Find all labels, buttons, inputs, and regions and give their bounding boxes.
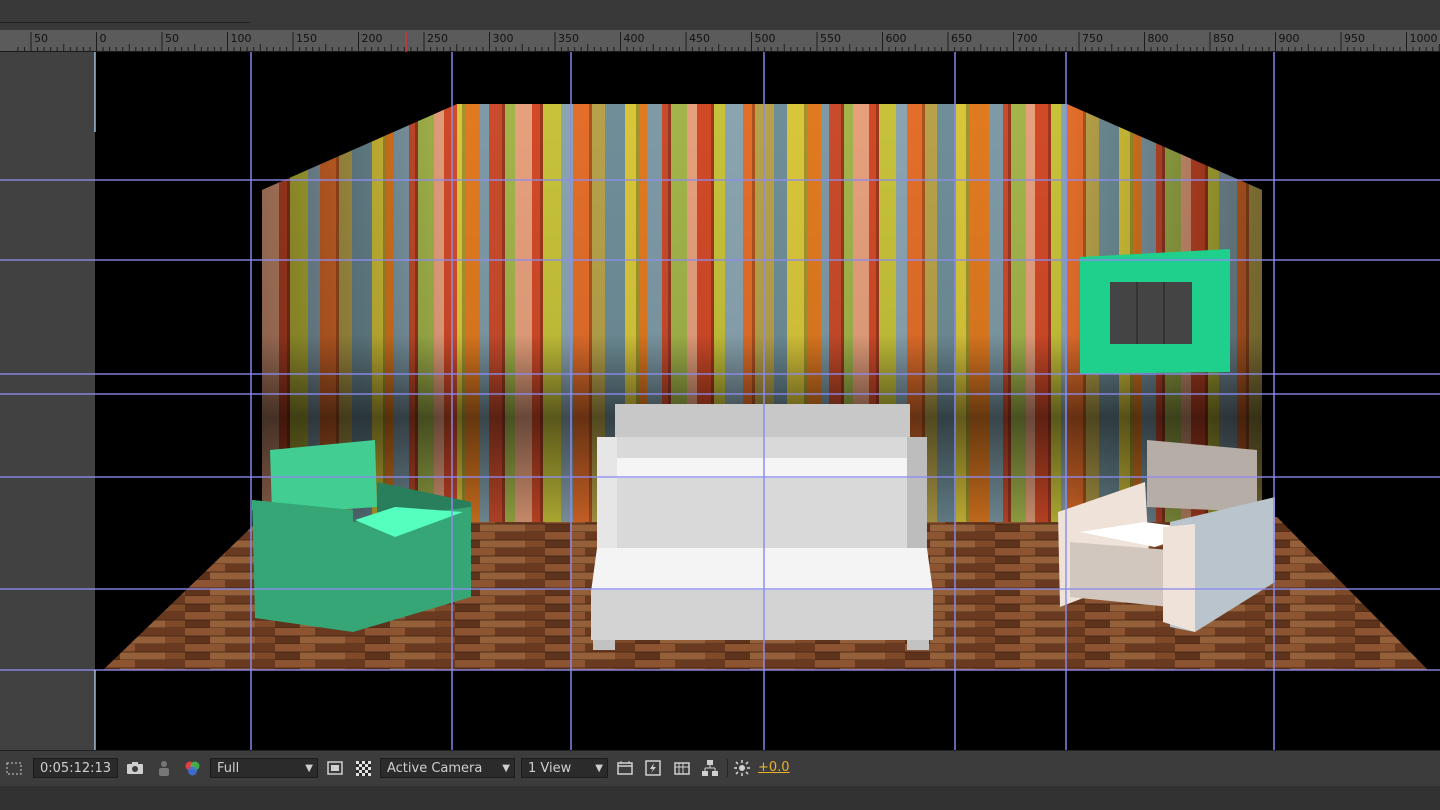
ruler-tick-label: 950 [1344, 32, 1365, 45]
ruler-tick-label: 250 [427, 32, 448, 45]
transparency-grid-icon[interactable] [353, 758, 373, 778]
ruler-tick-label: 600 [886, 32, 907, 45]
exposure-text: +0.0 [758, 760, 790, 775]
ruler-tick-label: 500 [755, 32, 776, 45]
3d-scene [103, 104, 1428, 670]
ruler-tick-label: 800 [1148, 32, 1169, 45]
ruler-tick-label: 200 [362, 32, 383, 45]
ruler-tick-label: 700 [1017, 32, 1038, 45]
camera-dropdown[interactable]: Active Camera ▼ [380, 758, 515, 778]
ruler-tick-label: 650 [951, 32, 972, 45]
view-options-icon[interactable] [615, 758, 635, 778]
bottom-panel [0, 786, 1440, 810]
sofa [591, 404, 933, 650]
show-snapshot-person-icon[interactable] [154, 758, 174, 778]
pasteboard [0, 52, 95, 750]
wall-picture-frame [1080, 249, 1230, 374]
ruler-tick-label: 900 [1279, 32, 1300, 45]
timecode-display[interactable]: 0:05:12:13 [33, 758, 118, 778]
horizontal-ruler[interactable]: 50 0 50 100 150 200 250 300 350 400 450 500 550 600 65… [0, 30, 1440, 52]
ruler-tick-label: 400 [624, 32, 645, 45]
flowchart-icon[interactable] [700, 758, 720, 778]
camera-value: Active Camera [387, 761, 483, 776]
viewer-status-bar: 0:05:12:13 Full ▼ Active Camera ▼ 1 View… [0, 750, 1440, 786]
status-divider [727, 759, 728, 777]
ruler-tick-label: 1000 [1410, 32, 1438, 45]
ruler-tick-label: 150 [296, 32, 317, 45]
chevron-down-icon: ▼ [595, 763, 603, 774]
region-of-interest-icon[interactable] [4, 758, 24, 778]
view-layout-value: 1 View [528, 761, 572, 776]
ruler-tick-label: 750 [1082, 32, 1103, 45]
ruler-tick-label: 50 [34, 32, 48, 45]
exposure-value[interactable]: +0.0 [758, 758, 790, 778]
camera-snapshot-icon[interactable] [125, 758, 145, 778]
top-toolbar [0, 0, 1440, 30]
ruler-tick-label: 450 [689, 32, 710, 45]
color-channels-icon[interactable] [182, 758, 202, 778]
fast-previews-icon[interactable] [643, 758, 663, 778]
ruler-tick-label: 550 [820, 32, 841, 45]
timeline-icon[interactable] [672, 758, 692, 778]
tab-underline [0, 22, 250, 23]
chevron-down-icon: ▼ [502, 763, 510, 774]
toggle-mask-icon[interactable] [325, 758, 345, 778]
ruler-tick-label: 100 [231, 32, 252, 45]
ruler-tick-label: 50 [165, 32, 179, 45]
resolution-value: Full [217, 761, 240, 776]
resolution-dropdown[interactable]: Full ▼ [210, 758, 318, 778]
ruler-tick-label: 300 [493, 32, 514, 45]
ruler-tick-label: 850 [1213, 32, 1234, 45]
ruler-tick-label: 350 [558, 32, 579, 45]
ruler-tick-label: 0 [100, 32, 107, 45]
reset-exposure-icon[interactable] [732, 758, 752, 778]
composition-viewer[interactable] [95, 52, 1440, 750]
view-layout-dropdown[interactable]: 1 View ▼ [521, 758, 608, 778]
chevron-down-icon: ▼ [305, 763, 313, 774]
ruler-ticks: 50 0 50 100 150 200 250 300 350 400 450 500 550 600 65… [17, 32, 1440, 52]
